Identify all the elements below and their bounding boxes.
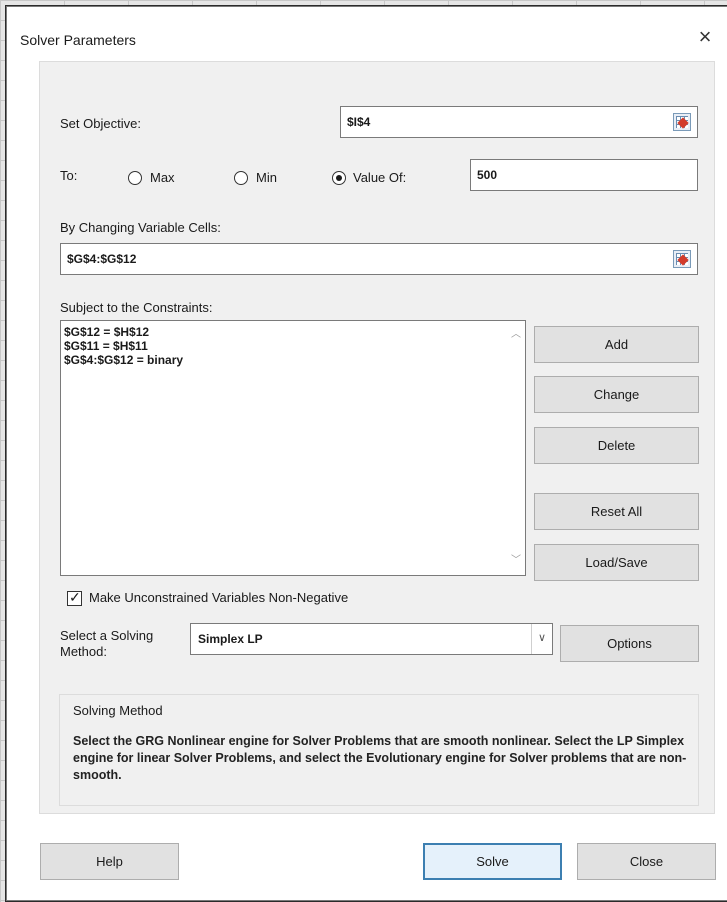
solving-method-label-line2: Method: <box>60 644 107 659</box>
constraints-scrollbar[interactable]: ︿ ﹀ <box>507 321 525 575</box>
solver-parameters-dialog: Solver Parameters × Set Objective: $I$4 … <box>6 6 727 901</box>
add-button[interactable]: Add <box>534 326 699 363</box>
range-selector-icon[interactable] <box>673 113 691 131</box>
list-item[interactable]: $G$4:$G$12 = binary <box>64 353 183 367</box>
non-negative-label[interactable]: Make Unconstrained Variables Non-Negativ… <box>89 590 348 605</box>
delete-button[interactable]: Delete <box>534 427 699 464</box>
dialog-title: Solver Parameters <box>20 32 136 48</box>
changing-variable-cells-input[interactable]: $G$4:$G$12 <box>60 243 698 275</box>
min-radio[interactable] <box>234 171 248 185</box>
changing-variable-cells-label: By Changing Variable Cells: <box>60 220 221 235</box>
list-item[interactable]: $G$12 = $H$12 <box>64 325 149 339</box>
close-icon[interactable]: × <box>693 25 717 49</box>
value-of-label[interactable]: Value Of: <box>353 170 406 185</box>
solving-method-group-title: Solving Method <box>73 703 163 718</box>
chevron-down-icon[interactable]: ∨ <box>531 624 552 654</box>
set-objective-input[interactable]: $I$4 <box>340 106 698 138</box>
constraints-list[interactable]: $G$12 = $H$12 $G$11 = $H$11 $G$4:$G$12 =… <box>60 320 526 576</box>
close-button[interactable]: Close <box>577 843 716 880</box>
options-button[interactable]: Options <box>560 625 699 662</box>
solving-method-label-line1: Select a Solving <box>60 628 154 643</box>
value-of-radio[interactable] <box>332 171 346 185</box>
value-of-input[interactable]: 500 <box>470 159 698 191</box>
title-bar: Solver Parameters × <box>7 7 727 67</box>
solving-method-select[interactable]: Simplex LP ∨ <box>190 623 553 655</box>
min-label[interactable]: Min <box>256 170 277 185</box>
to-label: To: <box>60 168 78 183</box>
value-of-value: 500 <box>477 168 498 182</box>
solving-method-value: Simplex LP <box>198 632 263 646</box>
scroll-up-icon[interactable]: ︿ <box>510 329 522 341</box>
constraints-label: Subject to the Constraints: <box>60 300 213 315</box>
solving-method-group: Solving Method Select the GRG Nonlinear … <box>59 694 699 806</box>
scroll-down-icon[interactable]: ﹀ <box>510 555 522 567</box>
load-save-button[interactable]: Load/Save <box>534 544 699 581</box>
max-radio[interactable] <box>128 171 142 185</box>
checkmark-icon: ✓ <box>69 589 81 605</box>
list-item[interactable]: $G$11 = $H$11 <box>64 339 148 353</box>
reset-all-button[interactable]: Reset All <box>534 493 699 530</box>
help-button[interactable]: Help <box>40 843 179 880</box>
solving-method-description: Select the GRG Nonlinear engine for Solv… <box>73 734 687 782</box>
max-label[interactable]: Max <box>150 170 175 185</box>
set-objective-value: $I$4 <box>347 115 371 129</box>
solve-button[interactable]: Solve <box>423 843 562 880</box>
range-selector-icon[interactable] <box>673 250 691 268</box>
changing-variable-cells-value: $G$4:$G$12 <box>67 252 137 266</box>
set-objective-label: Set Objective: <box>60 116 141 131</box>
non-negative-checkbox[interactable]: ✓ <box>67 589 82 606</box>
change-button[interactable]: Change <box>534 376 699 413</box>
